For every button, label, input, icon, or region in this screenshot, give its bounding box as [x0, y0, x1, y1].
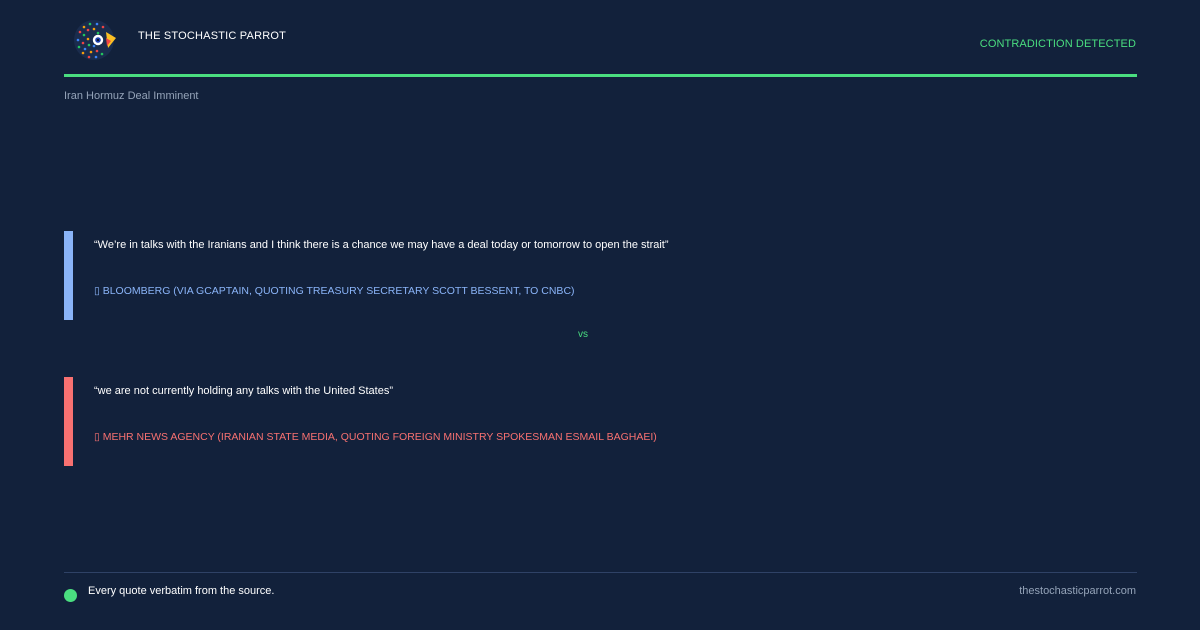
site-link[interactable]: thestochasticparrot.com [1019, 585, 1136, 597]
quote-block-first: “We’re in talks with the Iranians and I … [64, 231, 1137, 320]
quote-source: ▯ BLOOMBERG (VIA GCAPTAIN, QUOTING TREAS… [94, 285, 575, 297]
quote-accent-bar [64, 231, 73, 320]
parrot-logo-icon [70, 18, 118, 62]
versus-label: vs [578, 329, 588, 340]
quote-accent-bar [64, 377, 73, 466]
footer-divider [64, 572, 1137, 573]
brand-name: THE STOCHASTIC PARROT [138, 30, 287, 42]
quote-block-second: “we are not currently holding any talks … [64, 377, 1137, 466]
status-dot-icon [64, 589, 77, 602]
quote-source: ▯ MEHR NEWS AGENCY (IRANIAN STATE MEDIA,… [94, 431, 657, 443]
contradiction-status-badge: CONTRADICTION DETECTED [979, 38, 1136, 50]
topic-title: Iran Hormuz Deal Imminent [64, 90, 199, 102]
quote-text: “We’re in talks with the Iranians and I … [94, 239, 669, 251]
share-card: THE STOCHASTIC PARROT CONTRADICTION DETE… [0, 0, 1200, 630]
footer-note: Every quote verbatim from the source. [88, 585, 275, 597]
header-divider [64, 74, 1137, 77]
quote-text: “we are not currently holding any talks … [94, 385, 393, 397]
